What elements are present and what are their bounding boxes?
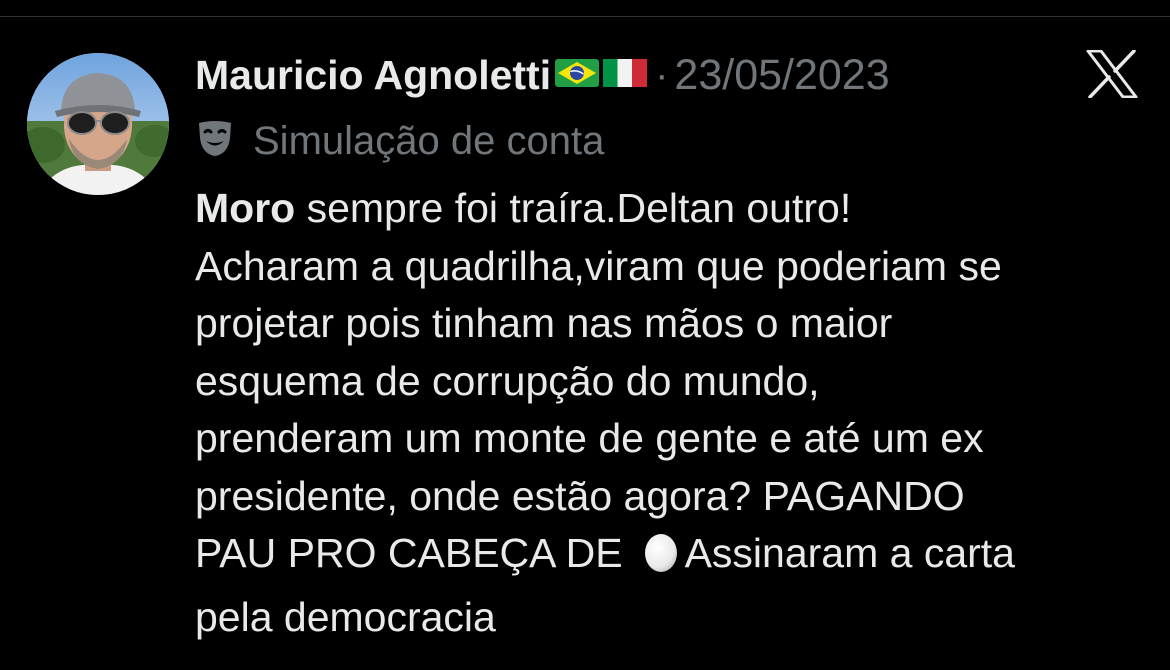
tweet-line-text: Assinaram a carta xyxy=(684,530,1015,576)
parody-label: Simulação de conta xyxy=(253,118,605,163)
tweet-line-text: sempre foi traíra.Deltan outro! xyxy=(295,185,852,231)
italy-flag-icon xyxy=(603,58,648,92)
tweet-date[interactable]: 23/05/2023 xyxy=(674,51,889,100)
header-separator: · xyxy=(655,52,669,97)
x-logo-icon[interactable] xyxy=(1086,49,1138,99)
tweet-line: projetar pois tinham nas mãos o maior xyxy=(195,300,893,346)
tweet-text: Moro sempre foi traíra.Deltan outro! Ach… xyxy=(195,180,1155,646)
theater-mask-icon xyxy=(197,120,233,163)
top-divider xyxy=(0,16,1170,17)
tweet-header: Mauricio Agnoletti · 23/05/2023 xyxy=(195,48,890,102)
tweet-line: esquema de corrupção do mundo, xyxy=(195,357,820,404)
brazil-flag-icon xyxy=(555,58,600,92)
author-display-name[interactable]: Mauricio Agnoletti xyxy=(195,52,551,99)
tweet-line: PAU PRO CABEÇA DE Assinaram a carta xyxy=(195,525,1155,589)
egg-icon xyxy=(643,529,679,589)
tweet-line: Acharam a quadrilha,viram que poderiam s… xyxy=(195,242,1002,289)
avatar[interactable] xyxy=(27,53,169,195)
mention-moro: Moro xyxy=(195,185,296,231)
tweet-line-text: PAU PRO CABEÇA DE xyxy=(195,530,623,576)
tweet-line: pela democracia xyxy=(195,593,496,640)
parody-label-row: Simulação de conta xyxy=(197,115,604,167)
tweet-line: presidente, onde estão agora? PAGANDO xyxy=(195,472,965,519)
tweet-line: Moro sempre foi traíra.Deltan outro! xyxy=(195,180,1155,238)
tweet-line: prenderam um monte de gente e até um ex xyxy=(195,415,984,461)
